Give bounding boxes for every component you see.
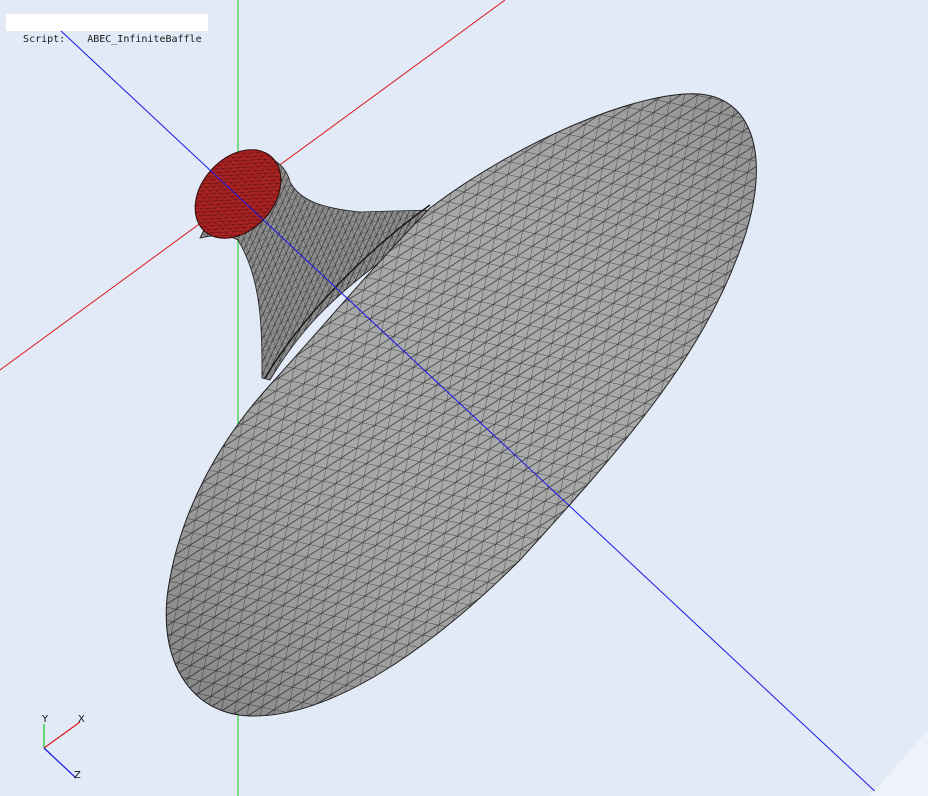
3d-viewport[interactable]: Y X Z xyxy=(0,0,928,796)
script-key: Script: xyxy=(23,34,66,45)
triad-y-label: Y xyxy=(41,714,49,725)
triad-z-label: Z xyxy=(74,770,81,781)
triad-x-label: X xyxy=(78,714,85,725)
script-info-label: Script: ABEC_InfiniteBaffle xyxy=(6,14,208,45)
script-name: ABEC_InfiniteBaffle xyxy=(87,34,202,45)
corner-highlight xyxy=(870,730,928,796)
z-axis-line xyxy=(59,29,881,796)
axes-triad: Y X Z xyxy=(41,714,85,781)
